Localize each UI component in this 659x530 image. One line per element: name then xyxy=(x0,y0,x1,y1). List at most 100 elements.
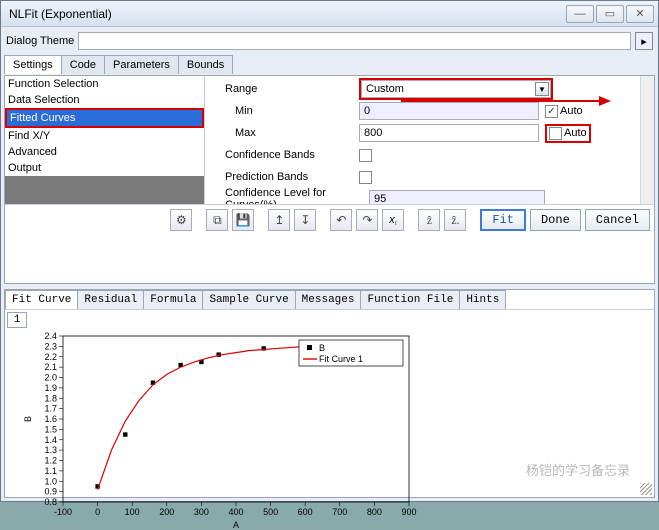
highlight-fitted-curves: Fitted Curves xyxy=(5,108,204,128)
dialog-theme-input[interactable] xyxy=(78,32,631,50)
side-item-advanced[interactable]: Advanced xyxy=(5,144,204,160)
svg-text:B: B xyxy=(319,343,325,353)
range-value: Custom xyxy=(366,83,404,95)
side-item-find-xy[interactable]: Find X/Y xyxy=(5,128,204,144)
tab-bounds[interactable]: Bounds xyxy=(178,55,233,74)
pred-bands-label: Prediction Bands xyxy=(209,171,359,183)
plot-area: 1 -10001002003004005006007008009000.80.9… xyxy=(5,309,654,497)
svg-text:1.0: 1.0 xyxy=(44,476,57,486)
minimize-button[interactable]: — xyxy=(566,5,594,23)
conf-bands-checkbox[interactable] xyxy=(359,149,372,162)
done-button[interactable]: Done xyxy=(530,209,581,231)
svg-text:1.7: 1.7 xyxy=(44,404,57,414)
max-label: Max xyxy=(209,127,359,139)
fit-curve-chart: -10001002003004005006007008009000.80.91.… xyxy=(19,330,419,530)
form-scrollbar[interactable] xyxy=(640,76,654,204)
nlfit-window: NLFit (Exponential) — ▭ ✕ Dialog Theme ▸… xyxy=(0,0,659,502)
svg-text:1.3: 1.3 xyxy=(44,445,57,455)
settings-side-list: Function Selection Data Selection Fitted… xyxy=(5,76,205,204)
title-bar[interactable]: NLFit (Exponential) — ▭ ✕ xyxy=(1,1,658,27)
tool-up-icon[interactable]: ↥ xyxy=(268,209,290,231)
lower-pane: Fit Curve Residual Formula Sample Curve … xyxy=(4,289,655,498)
dialog-theme-menu-button[interactable]: ▸ xyxy=(635,32,653,50)
chevron-down-icon: ▼ xyxy=(535,82,549,96)
ltab-formula[interactable]: Formula xyxy=(143,290,203,309)
tool-xr-icon[interactable]: xᵣ xyxy=(382,209,404,231)
min-auto-checkbox[interactable]: ✓ xyxy=(545,105,558,118)
svg-text:0.9: 0.9 xyxy=(44,487,57,497)
tab-settings[interactable]: Settings xyxy=(4,55,62,74)
svg-text:Fit Curve 1: Fit Curve 1 xyxy=(319,354,363,364)
ltab-residual[interactable]: Residual xyxy=(77,290,144,309)
fit-toolbar: ⚙ ⧉ 💾 ↥ ↧ ↶ ↷ xᵣ ẑ ẑ. Fit Done Cancel xyxy=(5,204,654,235)
side-item-function-selection[interactable]: Function Selection xyxy=(5,76,204,92)
settings-pane: Function Selection Data Selection Fitted… xyxy=(4,75,655,284)
svg-text:100: 100 xyxy=(125,507,140,517)
ltab-messages[interactable]: Messages xyxy=(295,290,362,309)
tool-down-icon[interactable]: ↧ xyxy=(294,209,316,231)
conf-bands-label: Confidence Bands xyxy=(209,149,359,161)
svg-text:2.0: 2.0 xyxy=(44,373,57,383)
tool-redo-icon[interactable]: ↷ xyxy=(356,209,378,231)
highlight-max-auto: Auto xyxy=(545,124,591,143)
conf-level-label: Confidence Level for Curves(%) xyxy=(209,187,369,204)
svg-text:2.4: 2.4 xyxy=(44,331,57,341)
close-button[interactable]: ✕ xyxy=(626,5,654,23)
maximize-button[interactable]: ▭ xyxy=(596,5,624,23)
svg-text:1.2: 1.2 xyxy=(44,456,57,466)
svg-text:600: 600 xyxy=(298,507,313,517)
svg-text:B: B xyxy=(23,416,33,422)
fit-button[interactable]: Fit xyxy=(480,209,526,231)
svg-text:1.9: 1.9 xyxy=(44,383,57,393)
watermark-text: 杨铠的学习备忘录 xyxy=(526,460,630,479)
plot-sheet-tab[interactable]: 1 xyxy=(7,312,27,328)
tool-undo-icon[interactable]: ↶ xyxy=(330,209,352,231)
svg-text:200: 200 xyxy=(159,507,174,517)
tab-parameters[interactable]: Parameters xyxy=(104,55,179,74)
side-item-data-selection[interactable]: Data Selection xyxy=(5,92,204,108)
max-auto-label: Auto xyxy=(564,127,587,139)
svg-text:0.8: 0.8 xyxy=(44,497,57,507)
max-input[interactable]: 800 xyxy=(359,124,539,142)
svg-text:A: A xyxy=(233,520,239,530)
pred-bands-checkbox[interactable] xyxy=(359,171,372,184)
svg-text:1.1: 1.1 xyxy=(44,466,57,476)
side-fill xyxy=(5,176,204,204)
ltab-sample-curve[interactable]: Sample Curve xyxy=(202,290,295,309)
fitted-curves-form: Range Custom ▼ Min 0 ✓Auto xyxy=(205,76,654,204)
tool-gear-icon[interactable]: ⚙ xyxy=(170,209,192,231)
tool-copy-icon[interactable]: ⧉ xyxy=(206,209,228,231)
tool-save-icon[interactable]: 💾 xyxy=(232,209,254,231)
resize-grip[interactable] xyxy=(640,483,652,495)
tool-z1-icon[interactable]: ẑ xyxy=(418,209,440,231)
range-dropdown[interactable]: Custom ▼ xyxy=(361,80,551,98)
range-label: Range xyxy=(209,83,359,95)
svg-text:700: 700 xyxy=(332,507,347,517)
svg-text:-100: -100 xyxy=(54,507,72,517)
dialog-theme-label: Dialog Theme xyxy=(6,35,74,47)
highlight-range: Custom ▼ xyxy=(359,78,553,100)
svg-text:2.2: 2.2 xyxy=(44,352,57,362)
window-title: NLFit (Exponential) xyxy=(5,7,564,21)
svg-text:2.3: 2.3 xyxy=(44,341,57,351)
cancel-button[interactable]: Cancel xyxy=(585,209,650,231)
tab-code[interactable]: Code xyxy=(61,55,105,74)
min-auto-label: Auto xyxy=(560,105,583,117)
ltab-hints[interactable]: Hints xyxy=(459,290,506,309)
top-tabs: Settings Code Parameters Bounds xyxy=(4,55,655,74)
svg-text:400: 400 xyxy=(228,507,243,517)
min-label: Min xyxy=(209,105,359,117)
conf-level-field[interactable]: 95 xyxy=(369,190,545,204)
svg-text:1.6: 1.6 xyxy=(44,414,57,424)
ltab-function-file[interactable]: Function File xyxy=(360,290,460,309)
svg-text:1.5: 1.5 xyxy=(44,424,57,434)
svg-text:800: 800 xyxy=(367,507,382,517)
side-item-fitted-curves[interactable]: Fitted Curves xyxy=(7,110,202,126)
max-auto-checkbox[interactable] xyxy=(549,127,562,140)
ltab-fit-curve[interactable]: Fit Curve xyxy=(5,290,78,309)
svg-text:300: 300 xyxy=(194,507,209,517)
tool-z2-icon[interactable]: ẑ. xyxy=(444,209,466,231)
svg-text:500: 500 xyxy=(263,507,278,517)
side-item-output[interactable]: Output xyxy=(5,160,204,176)
min-field[interactable]: 0 xyxy=(359,102,539,120)
